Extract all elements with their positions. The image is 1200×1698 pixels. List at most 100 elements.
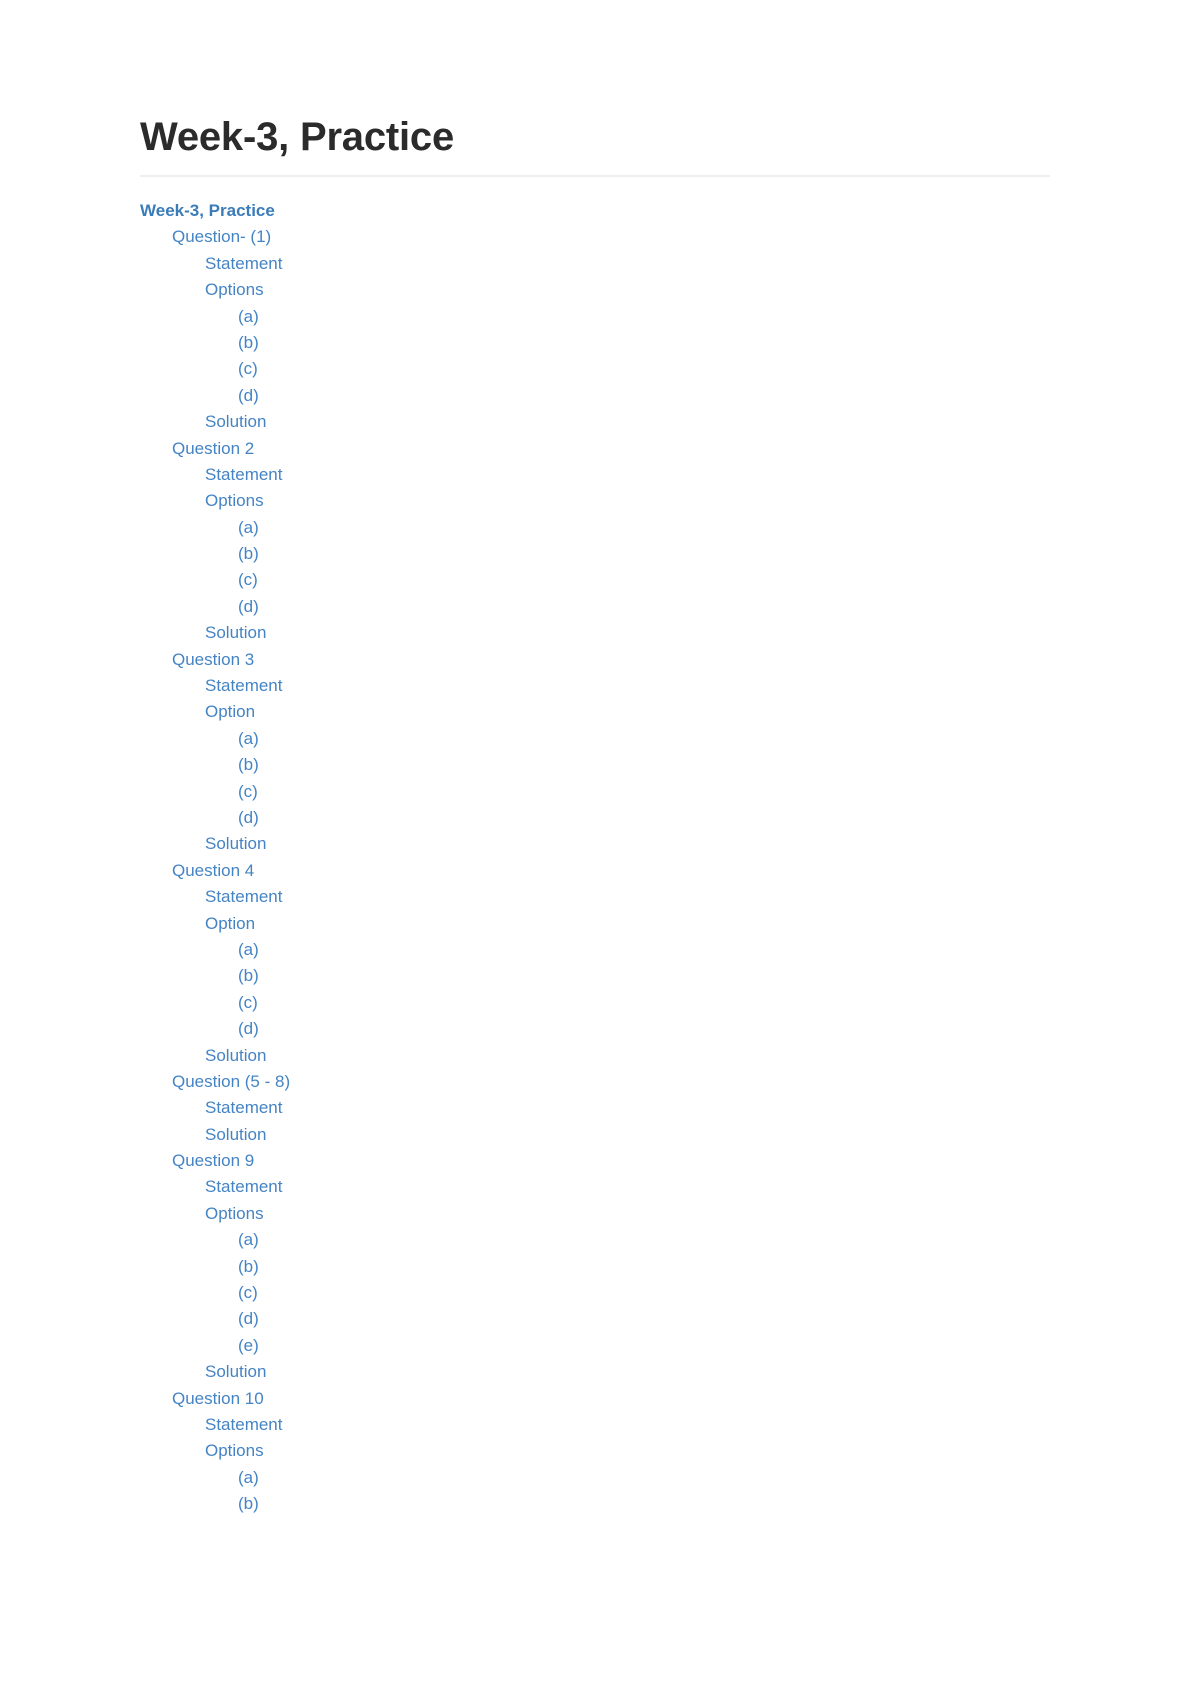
toc-link[interactable]: Statement [205,1412,283,1438]
toc-link[interactable]: (d) [238,805,259,831]
toc-link[interactable]: Question- (1) [172,224,271,250]
toc-link[interactable]: (a) [238,304,259,330]
toc-item: (a) [0,937,1200,963]
toc-item: (c) [0,779,1200,805]
toc-link[interactable]: (e) [238,1333,259,1359]
toc-link[interactable]: Statement [205,673,283,699]
toc-link[interactable]: Options [205,277,264,303]
toc-item: Week-3, Practice [0,198,1200,224]
toc-link[interactable]: Solution [205,831,266,857]
toc-item: Statement [0,1412,1200,1438]
toc-item: (b) [0,1491,1200,1517]
toc-item: Statement [0,251,1200,277]
toc-item: Solution [0,1122,1200,1148]
document-page: Week-3, Practice Week-3, Practice Questio… [0,0,1200,1698]
toc-link[interactable]: (c) [238,1280,258,1306]
toc-link[interactable]: Statement [205,1095,283,1121]
toc-item: Solution [0,409,1200,435]
toc-item: Question (5 - 8) [0,1069,1200,1095]
toc-link[interactable]: Options [205,1438,264,1464]
toc-link[interactable]: Question 9 [172,1148,254,1174]
toc-link[interactable]: (a) [238,515,259,541]
toc-item: Statement [0,884,1200,910]
toc-link[interactable]: Statement [205,1174,283,1200]
toc-item: Options [0,277,1200,303]
toc-item: (c) [0,567,1200,593]
toc-item: Statement [0,462,1200,488]
toc-link[interactable]: (a) [238,937,259,963]
toc-item: Statement [0,1095,1200,1121]
toc-link[interactable]: Question 10 [172,1386,264,1412]
toc-link[interactable]: (d) [238,1016,259,1042]
toc-item: (e) [0,1333,1200,1359]
toc-item: (c) [0,356,1200,382]
toc-item: (b) [0,752,1200,778]
toc-item: Question 2 [0,436,1200,462]
toc-link[interactable]: Option [205,699,255,725]
title-divider [140,175,1050,177]
toc-item: Solution [0,831,1200,857]
toc-link[interactable]: (c) [238,356,258,382]
toc-item: (a) [0,304,1200,330]
toc-link[interactable]: Statement [205,462,283,488]
toc-item: (d) [0,1016,1200,1042]
toc-item: (a) [0,726,1200,752]
toc-list: Week-3, Practice Question- (1) Statement Op… [0,198,1200,1518]
toc-item: (a) [0,515,1200,541]
toc-link[interactable]: Options [205,1201,264,1227]
toc-item: (c) [0,990,1200,1016]
toc-item: Option [0,911,1200,937]
toc-item: Question- (1) [0,224,1200,250]
toc-link[interactable]: (d) [238,1306,259,1332]
toc-link[interactable]: (c) [238,567,258,593]
toc-link[interactable]: (d) [238,383,259,409]
toc-item: Option [0,699,1200,725]
toc-item: (b) [0,963,1200,989]
toc-link[interactable]: (b) [238,963,259,989]
toc-item: (b) [0,1254,1200,1280]
toc-link[interactable]: (b) [238,330,259,356]
toc-link[interactable]: Statement [205,251,283,277]
toc-link[interactable]: (b) [238,541,259,567]
toc-item: Statement [0,673,1200,699]
toc-link[interactable]: Solution [205,1359,266,1385]
toc-item: (b) [0,330,1200,356]
toc-item: Statement [0,1174,1200,1200]
toc-link[interactable]: Question 2 [172,436,254,462]
toc-item: (d) [0,383,1200,409]
toc-link[interactable]: (b) [238,1491,259,1517]
toc-item: Options [0,1201,1200,1227]
toc-item: (a) [0,1227,1200,1253]
toc-item: Question 3 [0,647,1200,673]
toc-link[interactable]: (a) [238,1465,259,1491]
toc-link[interactable]: Statement [205,884,283,910]
page-title: Week-3, Practice [140,115,455,159]
toc-link[interactable]: Solution [205,1043,266,1069]
toc-item: Solution [0,620,1200,646]
toc-link[interactable]: (d) [238,594,259,620]
toc-link[interactable]: Question (5 - 8) [172,1069,290,1095]
toc-link[interactable]: (a) [238,1227,259,1253]
toc-link[interactable]: Solution [205,1122,266,1148]
toc-link[interactable]: Option [205,911,255,937]
toc-item: Solution [0,1359,1200,1385]
toc-link[interactable]: (c) [238,779,258,805]
table-of-contents: Week-3, Practice Question- (1) Statement Op… [0,198,1200,1518]
toc-link[interactable]: (a) [238,726,259,752]
toc-link[interactable]: Solution [205,620,266,646]
toc-item: (c) [0,1280,1200,1306]
toc-item: (d) [0,594,1200,620]
toc-link[interactable]: (b) [238,1254,259,1280]
toc-item: (a) [0,1465,1200,1491]
toc-link[interactable]: Question 4 [172,858,254,884]
toc-item: (b) [0,541,1200,567]
toc-item: Solution [0,1043,1200,1069]
toc-link[interactable]: Solution [205,409,266,435]
toc-item: Question 4 [0,858,1200,884]
toc-link[interactable]: Options [205,488,264,514]
toc-link[interactable]: Question 3 [172,647,254,673]
toc-link[interactable]: (c) [238,990,258,1016]
toc-link[interactable]: Week-3, Practice [140,198,275,224]
toc-item: Options [0,488,1200,514]
toc-link[interactable]: (b) [238,752,259,778]
